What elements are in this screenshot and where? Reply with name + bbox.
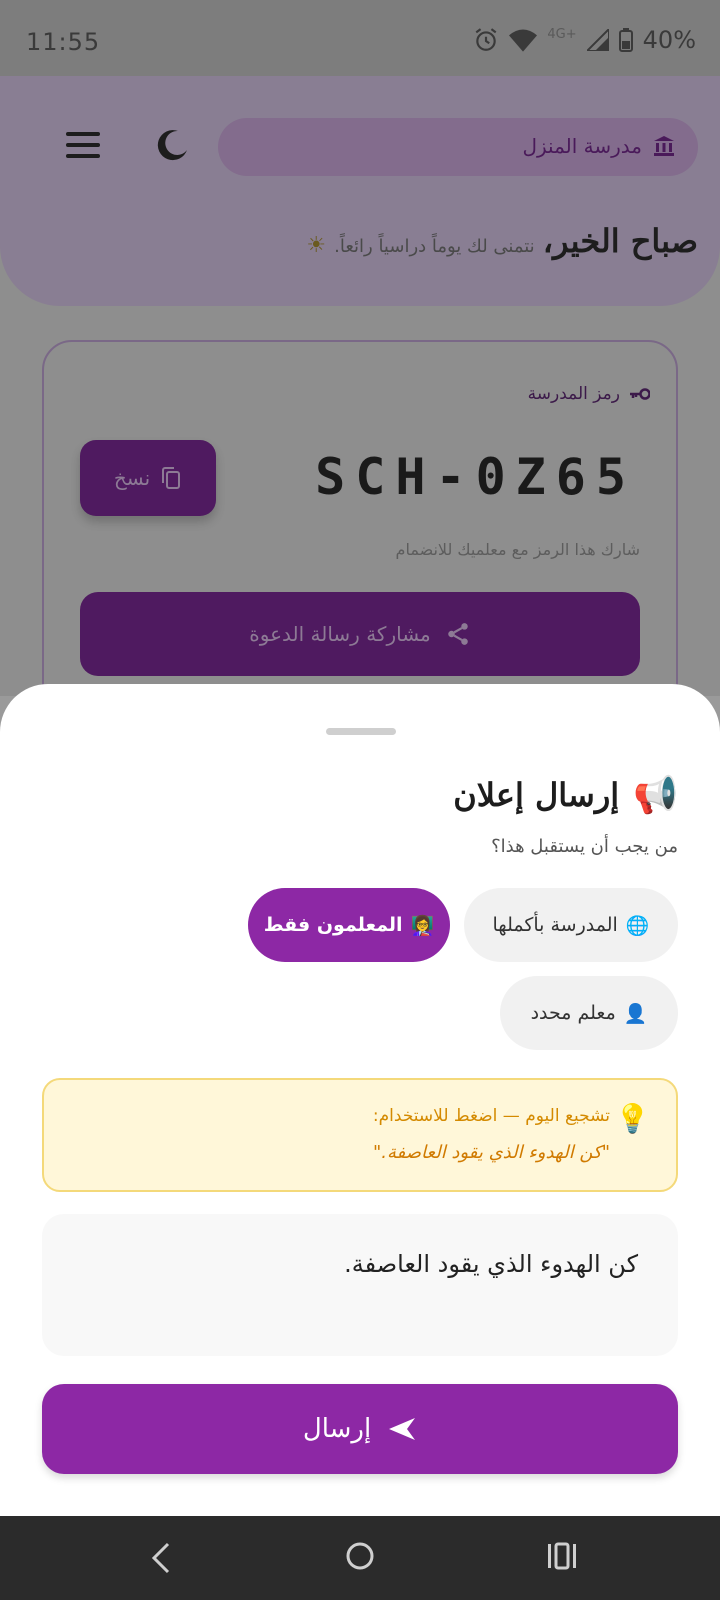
- status-time: 11:55: [26, 28, 101, 56]
- school-name: مدرسة المنزل: [522, 134, 642, 158]
- daily-encouragement-tip[interactable]: [42, 1078, 678, 1192]
- alarm-icon: [476, 28, 497, 51]
- code-hint: شارك هذا الرمز مع معلميك للانضمام: [395, 540, 640, 559]
- sheet-drag-handle[interactable]: [326, 728, 396, 735]
- school-selector[interactable]: مدرسة المنزل: [218, 118, 698, 176]
- greeting-subtitle: نتمنى لك يوماً دراسياً رائعاً.: [334, 236, 535, 257]
- tip-title: تشجيع اليوم — اضغط للاستخدام:: [372, 1106, 610, 1126]
- megaphone-icon: 📢: [633, 775, 678, 816]
- share-icon: [448, 623, 468, 645]
- app-header: [0, 76, 720, 306]
- dark-mode-toggle[interactable]: [156, 128, 190, 162]
- greeting: صباح الخير، نتمنى لك يوماً دراسياً رائعا…: [306, 222, 698, 260]
- copy-label: نسخ: [113, 466, 151, 490]
- network-type: 4G+: [547, 26, 577, 42]
- audience-specific-teacher[interactable]: 👤 معلم محدد: [500, 976, 678, 1050]
- battery-icon: [618, 28, 633, 52]
- globe-icon: 🌐: [625, 914, 650, 937]
- audience-label: المعلمون فقط: [263, 914, 403, 936]
- copy-button[interactable]: نسخ: [80, 440, 216, 516]
- code-label-text: رمز المدرسة: [527, 384, 620, 404]
- send-button[interactable]: إرسال: [42, 1384, 678, 1474]
- message-textarea[interactable]: [42, 1214, 678, 1356]
- audience-label: المدرسة بأكملها: [492, 914, 618, 936]
- send-icon: [389, 1418, 416, 1440]
- tip-quote[interactable]: "كن الهدوء الذي يقود العاصفة.": [373, 1142, 610, 1163]
- status-bar: 11:55 4G+ 40%: [0, 0, 720, 76]
- key-icon: [630, 388, 650, 400]
- audience-label: معلم محدد: [530, 1002, 616, 1024]
- share-invite-button[interactable]: مشاركة رسالة الدعوة: [80, 592, 640, 676]
- share-label: مشاركة رسالة الدعوة: [249, 622, 431, 646]
- home-icon[interactable]: [344, 1540, 376, 1572]
- wifi-icon: [509, 29, 538, 52]
- sheet-title-text: إرسال إعلان: [453, 776, 620, 814]
- person-icon: 👤: [623, 1002, 648, 1025]
- message-text[interactable]: كن الهدوء الذي يقود العاصفة.: [344, 1250, 638, 1278]
- audience-teachers-only[interactable]: 👩‍🏫 المعلمون فقط: [248, 888, 450, 962]
- battery-level: 40%: [642, 26, 696, 54]
- school-code-label: رمز المدرسة: [528, 384, 650, 404]
- greeting-title: صباح الخير،: [542, 222, 698, 260]
- menu-icon[interactable]: [66, 132, 100, 158]
- sheet-title: 📢 إرسال إعلان: [453, 774, 678, 816]
- send-label: إرسال: [302, 1414, 372, 1444]
- audience-question: من يجب أن يستقبل هذا؟: [491, 836, 678, 857]
- copy-icon: [162, 467, 181, 489]
- lightbulb-icon: 💡: [615, 1102, 650, 1135]
- sun-icon: ☀: [306, 233, 327, 258]
- school-icon: [654, 136, 674, 156]
- recent-apps-icon[interactable]: [546, 1540, 578, 1572]
- teacher-icon: 👩‍🏫: [410, 914, 435, 937]
- school-code: SCH-0Z65: [315, 448, 636, 506]
- status-icons: 4G+ 40%: [473, 26, 696, 54]
- audience-whole-school[interactable]: 🌐 المدرسة بأكملها: [464, 888, 678, 962]
- signal-icon: [586, 29, 609, 51]
- back-icon[interactable]: [146, 1538, 176, 1578]
